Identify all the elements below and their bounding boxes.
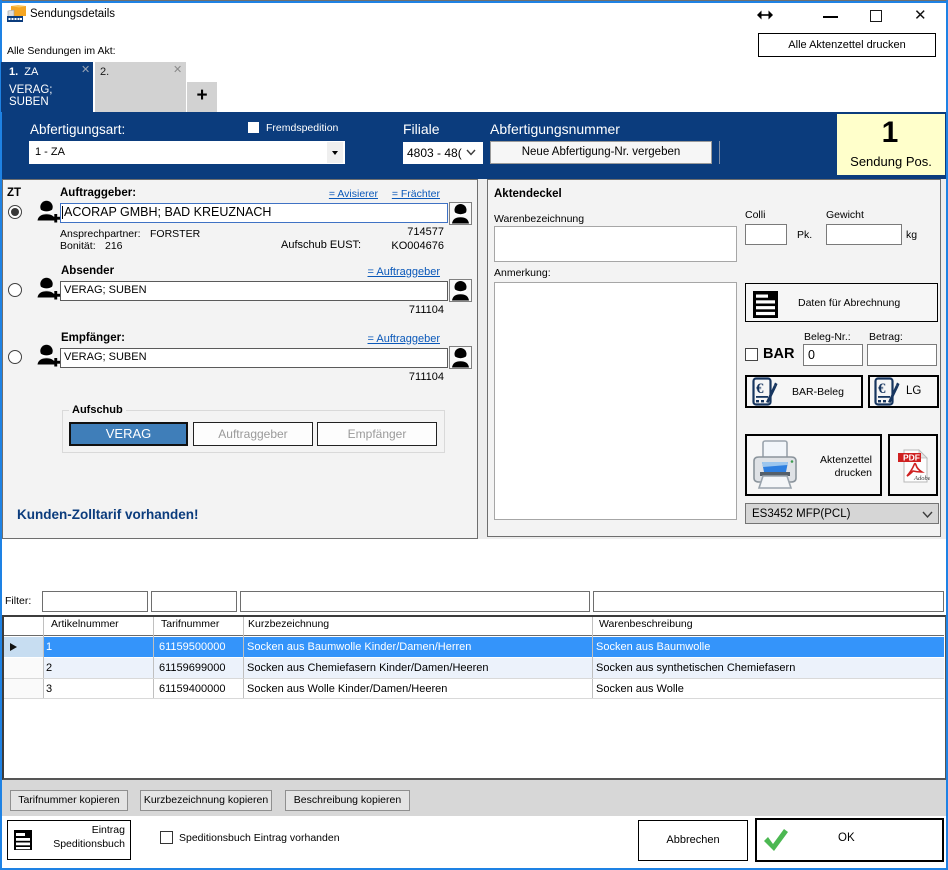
svg-text:€: € [756,381,764,397]
svg-text:PDF: PDF [903,453,920,463]
svg-text:€: € [878,381,886,397]
svg-text:Adobe: Adobe [913,475,930,482]
